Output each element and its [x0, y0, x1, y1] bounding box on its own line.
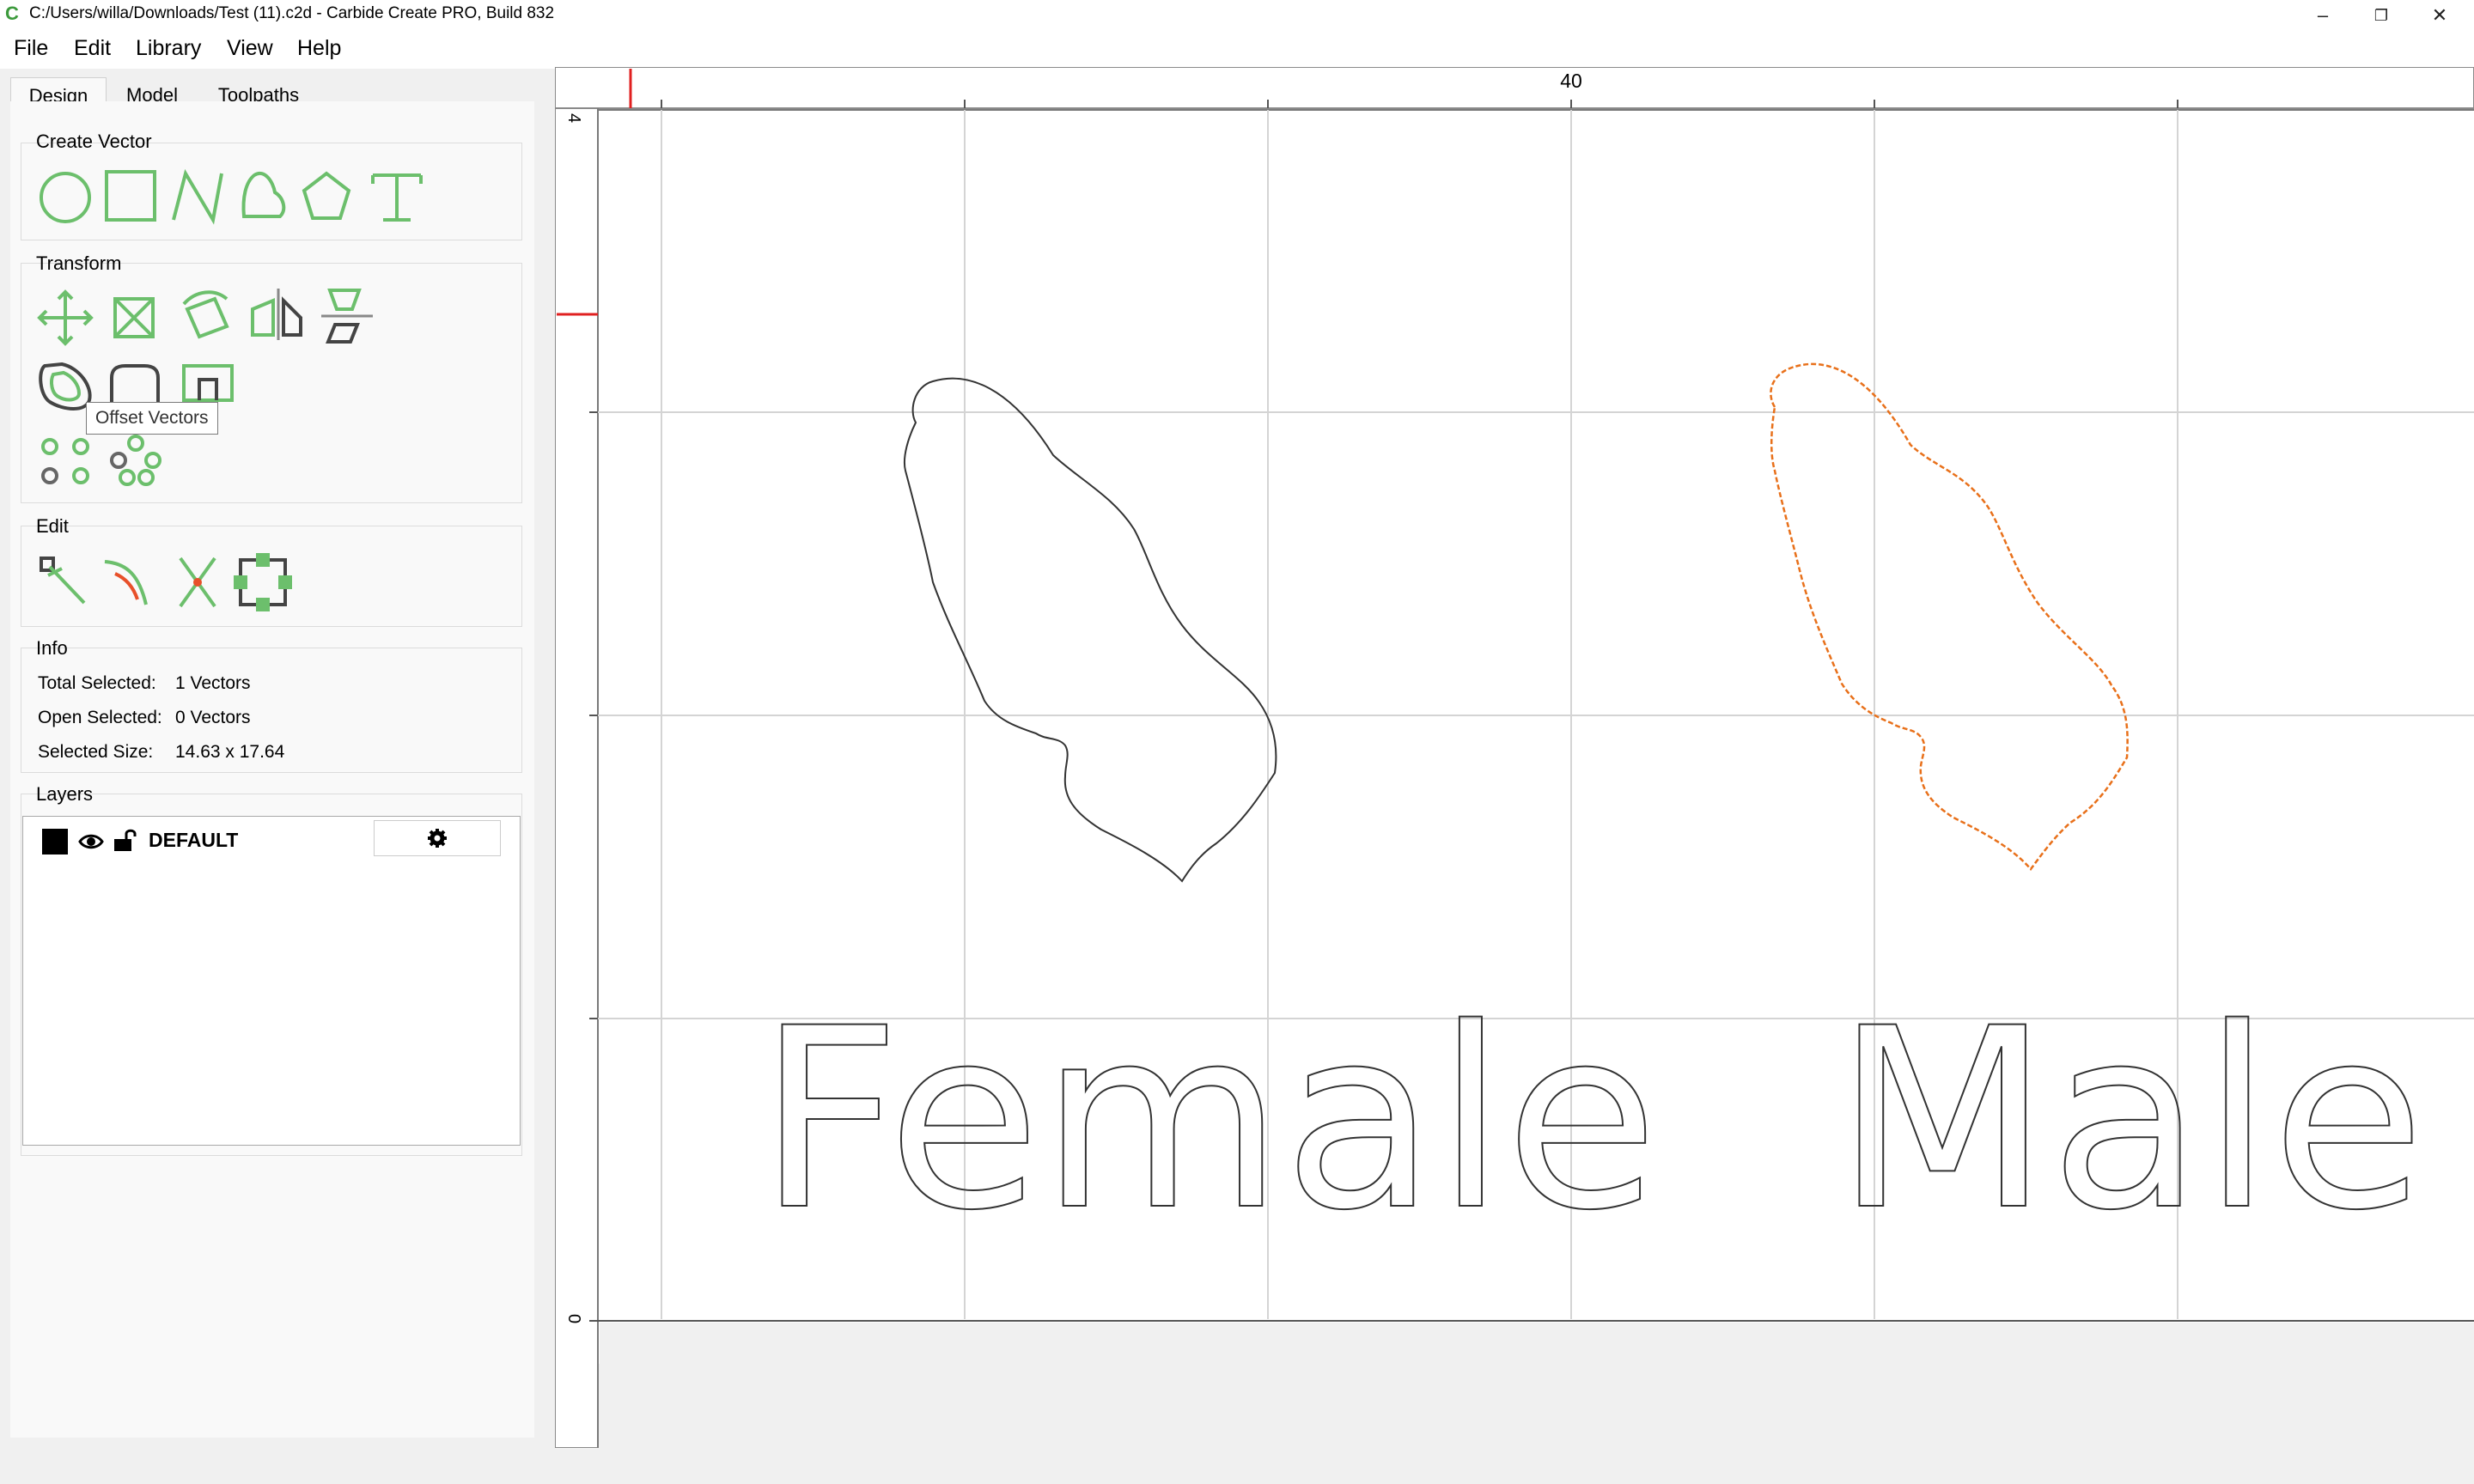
left-ruler: [554, 107, 599, 1449]
total-selected-label: Total Selected:: [38, 673, 156, 693]
transform-title: Transform: [36, 252, 122, 274]
circle-icon: [40, 172, 91, 223]
text-male: Male: [1835, 976, 2425, 1265]
bounding-box-icon: [234, 553, 292, 611]
curve-icon: [241, 172, 286, 218]
eye-icon[interactable]: [78, 830, 104, 853]
polygon-icon: [302, 171, 351, 220]
window-title: C:/Users/willa/Downloads/Test (11).c2d -…: [29, 4, 555, 22]
circular-array-icon: [110, 435, 161, 486]
offset-vectors-icon: [39, 362, 92, 411]
transform-toolbar: [37, 289, 373, 486]
design-canvas[interactable]: 40 4 0 Female Male: [554, 66, 2474, 1449]
layer-name[interactable]: DEFAULT: [149, 829, 238, 852]
layer-settings-button[interactable]: [374, 820, 501, 856]
total-selected-value: 1 Vectors: [175, 673, 251, 693]
edit-title: Edit: [36, 515, 69, 537]
restore-button[interactable]: ❐: [2352, 0, 2410, 31]
rectangle-icon: [105, 170, 156, 222]
menu-bar: File Edit Library View Help: [0, 31, 2474, 69]
text-female: Female: [758, 976, 1659, 1265]
title-bar: C C:/Users/willa/Downloads/Test (11).c2d…: [0, 0, 2474, 31]
trim-icon: [104, 560, 148, 605]
menu-file[interactable]: File: [10, 36, 52, 61]
align-icon: [321, 289, 373, 344]
create-vector-title: Create Vector: [36, 131, 152, 152]
close-button[interactable]: ✕: [2410, 0, 2469, 31]
menu-help[interactable]: Help: [294, 36, 344, 61]
scale-icon: [113, 297, 155, 338]
info-title: Info: [36, 637, 68, 659]
layers-title: Layers: [36, 783, 94, 805]
move-icon: [37, 289, 94, 346]
create-vector-toolbar: [40, 168, 423, 225]
offset-vectors-tooltip: Offset Vectors: [86, 402, 218, 435]
menu-view[interactable]: View: [223, 36, 277, 61]
fillet-icon: [110, 364, 160, 402]
mirror-icon: [251, 289, 302, 340]
app-icon: C: [5, 3, 19, 24]
layer-row[interactable]: DEFAULT: [23, 817, 520, 860]
layer-color-swatch[interactable]: [42, 829, 68, 855]
minimize-button[interactable]: –: [2294, 0, 2352, 31]
ruler-left-top-label: 4: [564, 113, 583, 123]
selected-size-value: 14.63 x 17.64: [175, 742, 285, 762]
unlock-icon[interactable]: [113, 827, 137, 853]
menu-edit[interactable]: Edit: [70, 36, 114, 61]
ruler-left-zero-label: 0: [564, 1314, 583, 1323]
edit-toolbar: [40, 553, 292, 611]
open-selected-label: Open Selected:: [38, 708, 162, 727]
array-icon: [41, 438, 89, 484]
boolean-icon: [182, 364, 234, 402]
top-ruler: [554, 66, 2474, 109]
open-selected-value: 0 Vectors: [175, 708, 251, 727]
text-icon: [371, 173, 423, 222]
node-edit-icon: [40, 556, 86, 605]
gear-icon: [428, 829, 447, 848]
design-canvas-area[interactable]: 40 4 0 Female Male: [554, 66, 2474, 1449]
selected-size-label: Selected Size:: [38, 742, 154, 762]
polyline-icon: [172, 168, 223, 225]
ruler-top-label: 40: [1560, 70, 1582, 92]
cut-icon: [179, 556, 216, 608]
layers-list[interactable]: DEFAULT: [22, 816, 521, 1146]
menu-library[interactable]: Library: [132, 36, 204, 61]
rotate-icon: [182, 290, 229, 339]
